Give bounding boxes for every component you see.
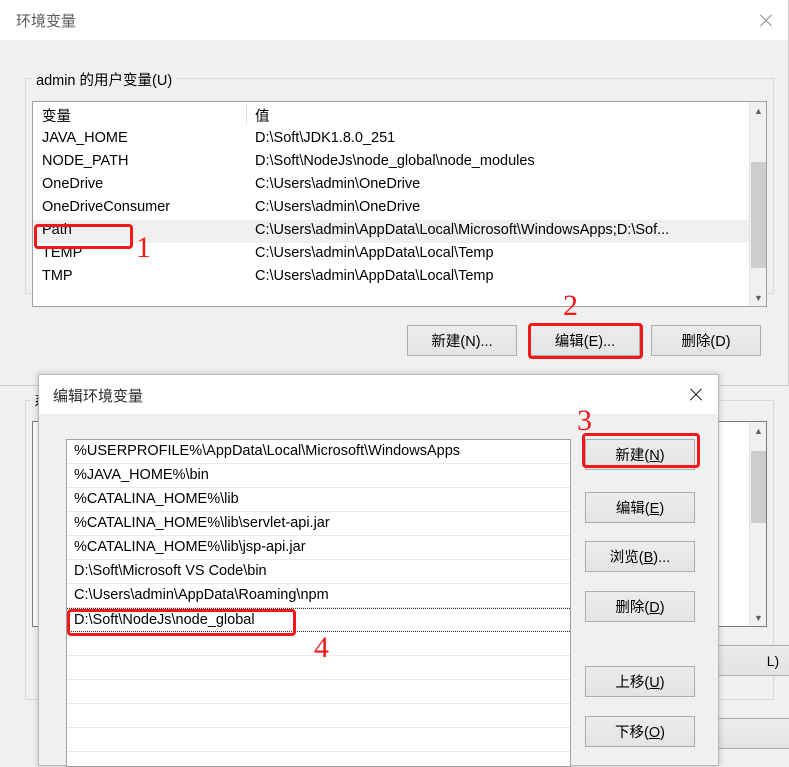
delete-variable-label: 删除(D)	[681, 334, 731, 350]
table-row[interactable]: Path C:\Users\admin\AppData\Local\Microso…	[33, 220, 766, 243]
variable-name-cell: NODE_PATH	[42, 153, 129, 169]
user-variables-group-label: admin 的用户变量(U)	[31, 69, 178, 90]
close-icon	[688, 387, 703, 402]
user-variables-list[interactable]: 变量 值 JAVA_HOME D:\Soft\JDK1.8.0_251 NODE_P…	[32, 101, 767, 307]
variable-name-cell: OneDrive	[42, 176, 104, 192]
new-variable-label: 新建(N)...	[431, 334, 493, 350]
dialog2-title: 编辑环境变量	[53, 388, 144, 405]
delete-entry-label: 删除(D)	[615, 600, 665, 616]
variable-value-cell: C:\Users\admin\AppData\Local\Temp	[255, 268, 494, 284]
move-down-entry-label: 下移(O)	[615, 725, 665, 741]
variable-value-cell: D:\Soft\JDK1.8.0_251	[255, 130, 396, 146]
scrollbar-thumb[interactable]	[751, 451, 766, 523]
dialog1-titlebar: 环境变量	[0, 0, 788, 40]
new-entry-button[interactable]: 新建(N)	[585, 439, 695, 470]
dialog2-titlebar: 编辑环境变量	[39, 375, 718, 414]
system-variables-scrollbar[interactable]: ▲ ▼	[749, 422, 766, 626]
list-item[interactable]: D:\Soft\NodeJs\node_global	[67, 608, 570, 632]
move-down-entry-button[interactable]: 下移(O)	[585, 716, 695, 747]
dialog2-close-button[interactable]	[672, 375, 718, 414]
list-item-empty[interactable]	[67, 680, 570, 704]
chevron-down-icon[interactable]: ▼	[750, 289, 766, 306]
variable-value-cell: C:\Users\admin\OneDrive	[255, 176, 421, 192]
variable-value-cell: C:\Users\admin\AppData\Local\Temp	[255, 245, 494, 261]
path-entries-list[interactable]: %USERPROFILE%\AppData\Local\Microsoft\Wi…	[66, 439, 571, 767]
list-item-empty[interactable]	[67, 656, 570, 680]
browse-entry-button[interactable]: 浏览(B)...	[585, 541, 695, 572]
variable-value-cell: C:\Users\admin\OneDrive	[255, 199, 421, 215]
list-item[interactable]: C:\Users\admin\AppData\Roaming\npm	[67, 584, 570, 608]
dialog1-close-button[interactable]	[742, 0, 788, 40]
table-row[interactable]: TMP C:\Users\admin\AppData\Local\Temp	[33, 266, 766, 289]
column-header-value[interactable]: 值	[255, 105, 270, 126]
variable-name-cell: Path	[42, 222, 72, 238]
move-up-entry-button[interactable]: 上移(U)	[585, 666, 695, 697]
variable-name-cell: JAVA_HOME	[42, 130, 128, 146]
variable-name-cell: TMP	[42, 268, 73, 284]
list-item-empty[interactable]	[67, 752, 570, 766]
browse-entry-label: 浏览(B)...	[609, 550, 671, 566]
list-item[interactable]: %JAVA_HOME%\bin	[67, 464, 570, 488]
list-item-empty[interactable]	[67, 632, 570, 656]
move-up-entry-label: 上移(U)	[615, 675, 665, 691]
delete-variable-button[interactable]: 删除(D)	[651, 325, 761, 356]
variable-name-cell: TEMP	[42, 245, 83, 261]
column-divider	[246, 104, 247, 124]
close-icon	[758, 13, 773, 28]
table-row[interactable]: NODE_PATH D:\Soft\NodeJs\node_global\node…	[33, 151, 766, 174]
variable-value-cell: C:\Users\admin\AppData\Local\Microsoft\W…	[255, 222, 670, 238]
list-item[interactable]: %CATALINA_HOME%\lib\servlet-api.jar	[67, 512, 570, 536]
list-item[interactable]: %CATALINA_HOME%\lib	[67, 488, 570, 512]
list-item[interactable]: D:\Soft\Microsoft VS Code\bin	[67, 560, 570, 584]
edit-entry-label: 编辑(E)	[615, 501, 665, 517]
table-row[interactable]: OneDrive C:\Users\admin\OneDrive	[33, 174, 766, 197]
table-row[interactable]: OneDriveConsumer C:\Users\admin\OneDrive	[33, 197, 766, 220]
edit-environment-variable-dialog: 编辑环境变量 %USERPROFILE%\AppData\Local\Micro…	[38, 374, 719, 767]
ok-button[interactable]	[718, 718, 789, 749]
environment-variables-dialog: 环境变量 admin 的用户变量(U) 变量 值 JAVA_HOME D:\Sof…	[0, 0, 789, 386]
list-item-empty[interactable]	[67, 704, 570, 728]
edit-entry-button[interactable]: 编辑(E)	[585, 492, 695, 523]
table-row[interactable]: JAVA_HOME D:\Soft\JDK1.8.0_251	[33, 128, 766, 151]
new-entry-label: 新建(N)	[615, 448, 665, 464]
chevron-down-icon[interactable]: ▼	[750, 609, 766, 626]
delete-entry-button[interactable]: 删除(D)	[585, 591, 695, 622]
list-item-empty[interactable]	[67, 728, 570, 752]
system-delete-button[interactable]: L)	[718, 645, 789, 676]
column-header-variable[interactable]: 变量	[42, 105, 71, 126]
chevron-up-icon[interactable]: ▲	[750, 102, 766, 119]
edit-variable-button[interactable]: 编辑(E)...	[530, 325, 640, 356]
user-variables-header: 变量 值	[33, 102, 766, 128]
list-item[interactable]: %USERPROFILE%\AppData\Local\Microsoft\Wi…	[67, 440, 570, 464]
edit-variable-label: 编辑(E)...	[554, 334, 616, 350]
new-variable-button[interactable]: 新建(N)...	[407, 325, 517, 356]
user-variables-rows: JAVA_HOME D:\Soft\JDK1.8.0_251 NODE_PATH D:…	[33, 128, 766, 289]
variable-value-cell: D:\Soft\NodeJs\node_global\node_modules	[255, 153, 535, 169]
scrollbar-thumb[interactable]	[751, 162, 766, 268]
dialog1-title: 环境变量	[16, 13, 77, 30]
variable-name-cell: OneDriveConsumer	[42, 199, 171, 215]
chevron-up-icon[interactable]: ▲	[750, 422, 766, 439]
user-variables-scrollbar[interactable]: ▲ ▼	[749, 102, 766, 306]
list-item[interactable]: %CATALINA_HOME%\lib\jsp-api.jar	[67, 536, 570, 560]
system-delete-label: L)	[766, 652, 780, 669]
table-row[interactable]: TEMP C:\Users\admin\AppData\Local\Temp	[33, 243, 766, 266]
